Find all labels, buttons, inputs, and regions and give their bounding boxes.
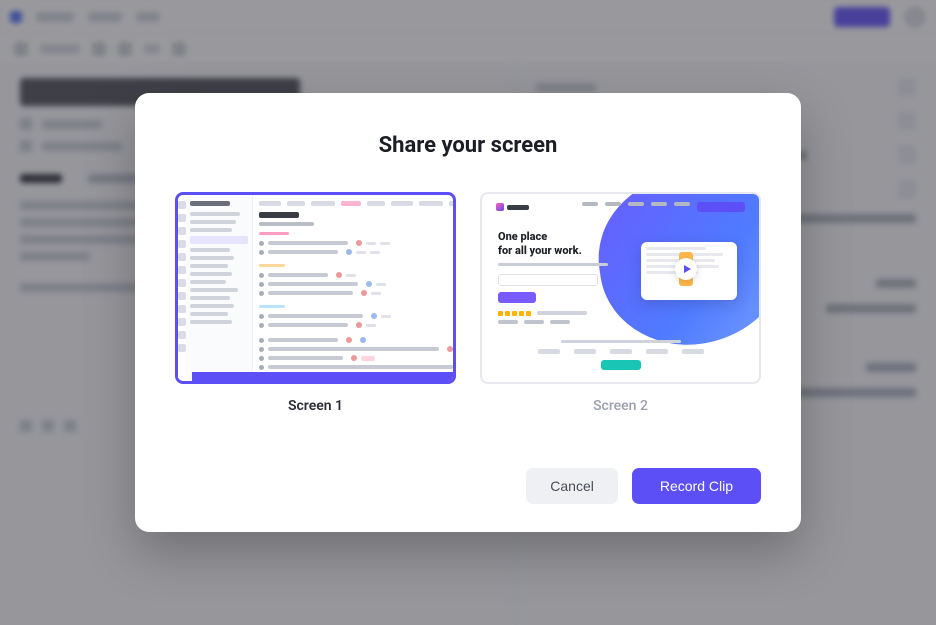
cancel-button[interactable]: Cancel <box>526 468 618 504</box>
brand-name <box>507 205 529 210</box>
hero-input <box>498 274 598 286</box>
screen-option-1[interactable]: Screen 1 <box>175 192 456 414</box>
record-clip-button[interactable]: Record Clip <box>632 468 761 504</box>
screen-option-2[interactable]: One place for all your work. <box>480 192 761 414</box>
screen-1-label: Screen 1 <box>175 398 456 414</box>
modal-title: Share your screen <box>175 133 761 158</box>
thumb-nav <box>496 202 745 212</box>
screen-options: Screen 1 <box>175 192 761 414</box>
share-screen-modal: Share your screen <box>135 93 801 532</box>
screen-2-thumbnail[interactable]: One place for all your work. <box>480 192 761 384</box>
thumb-footer-bar <box>192 372 453 381</box>
modal-overlay: Share your screen <box>0 0 936 625</box>
free-forever-badge <box>601 360 641 370</box>
screen-1-thumbnail[interactable] <box>175 192 456 384</box>
brand-logo-icon <box>496 203 504 211</box>
hero-headline-l1: One place <box>498 230 608 244</box>
play-icon <box>675 258 697 280</box>
nav-icon <box>178 201 186 209</box>
hero-cta <box>498 292 536 303</box>
modal-actions: Cancel Record Clip <box>175 468 761 504</box>
signup-button <box>697 202 745 212</box>
hero-headline-l2: for all your work. <box>498 244 608 258</box>
screen-2-label: Screen 2 <box>480 398 761 414</box>
